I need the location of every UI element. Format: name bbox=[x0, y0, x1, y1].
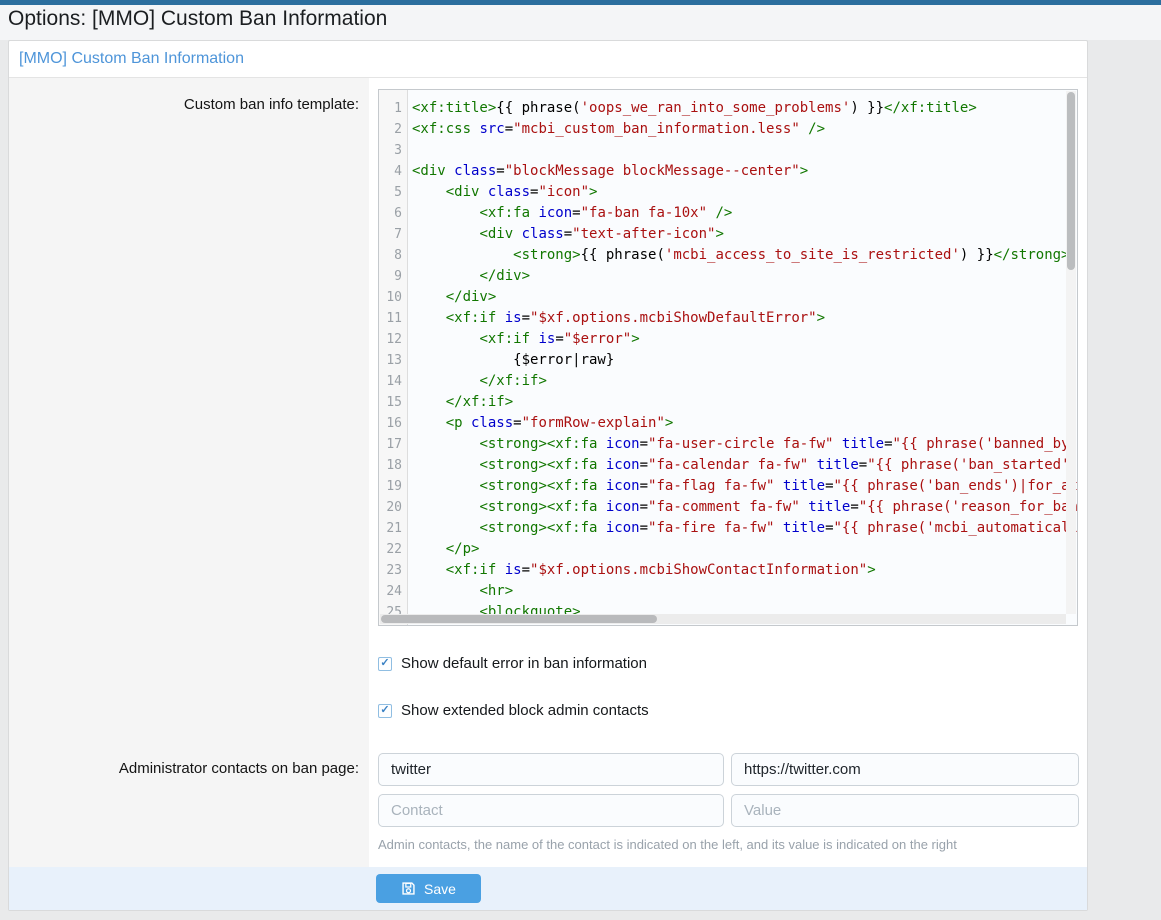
line-number: 24 bbox=[379, 581, 402, 602]
checkmark-icon: ✓ bbox=[380, 705, 389, 716]
vertical-scrollbar-thumb[interactable] bbox=[1067, 92, 1075, 270]
line-number: 11 bbox=[379, 308, 402, 329]
line-number: 2 bbox=[379, 119, 402, 140]
contact-value-input-1[interactable] bbox=[731, 753, 1079, 786]
line-number: 3 bbox=[379, 140, 402, 161]
checkmark-icon: ✓ bbox=[380, 658, 389, 669]
template-label-cell: Custom ban info template: bbox=[9, 78, 369, 646]
line-number: 13 bbox=[379, 350, 402, 371]
save-floppy-icon bbox=[401, 881, 416, 896]
form-row-admin-contacts: Administrator contacts on ban page: Admi… bbox=[9, 740, 1087, 859]
line-number: 1 bbox=[379, 98, 402, 119]
line-number: 19 bbox=[379, 476, 402, 497]
code-line: </xf:if> bbox=[412, 392, 1077, 413]
line-number: 15 bbox=[379, 392, 402, 413]
line-number: 5 bbox=[379, 182, 402, 203]
template-control-cell: 1234567891011121314151617181920212223242… bbox=[369, 78, 1087, 646]
code-line: <strong><xf:fa icon="fa-comment fa-fw" t… bbox=[412, 497, 1077, 518]
code-line: <strong>{{ phrase('mcbi_access_to_site_i… bbox=[412, 245, 1077, 266]
editor-horizontal-scrollbar[interactable] bbox=[380, 614, 1066, 624]
page-header: Options: [MMO] Custom Ban Information bbox=[0, 5, 1161, 40]
panel-title: [MMO] Custom Ban Information bbox=[19, 50, 244, 67]
code-line: <div class="blockMessage blockMessage--c… bbox=[412, 161, 1077, 182]
code-line: <xf:fa icon="fa-ban fa-10x" /> bbox=[412, 203, 1077, 224]
form-row-template: Custom ban info template: 12345678910111… bbox=[9, 78, 1087, 646]
show-default-error-label[interactable]: Show default error in ban information bbox=[401, 655, 647, 672]
code-line: <p class="formRow-explain"> bbox=[412, 413, 1077, 434]
line-number: 20 bbox=[379, 497, 402, 518]
code-line: </xf:if> bbox=[412, 371, 1077, 392]
contact-value-input-2[interactable] bbox=[731, 794, 1079, 827]
code-line: <xf:css src="mcbi_custom_ban_information… bbox=[412, 119, 1077, 140]
editor-vertical-scrollbar[interactable] bbox=[1066, 91, 1076, 614]
line-number: 12 bbox=[379, 329, 402, 350]
code-line: <xf:if is="$error"> bbox=[412, 329, 1077, 350]
code-line: </div> bbox=[412, 266, 1077, 287]
save-button-label: Save bbox=[424, 881, 456, 897]
save-button[interactable]: Save bbox=[376, 874, 481, 903]
code-line: <strong><xf:fa icon="fa-fire fa-fw" titl… bbox=[412, 518, 1077, 539]
code-line: <div class="icon"> bbox=[412, 182, 1077, 203]
line-number: 18 bbox=[379, 455, 402, 476]
code-line: <div class="text-after-icon"> bbox=[412, 224, 1077, 245]
code-line: {$error|raw} bbox=[412, 350, 1077, 371]
line-number: 10 bbox=[379, 287, 402, 308]
show-extended-contacts-label[interactable]: Show extended block admin contacts bbox=[401, 702, 649, 719]
contact-name-input-2[interactable] bbox=[378, 794, 724, 827]
code-line: <xf:title>{{ phrase('oops_we_ran_into_so… bbox=[412, 98, 1077, 119]
panel-footer: Save bbox=[9, 867, 1087, 910]
admin-contacts-label: Administrator contacts on ban page: bbox=[119, 760, 359, 777]
options-panel: [MMO] Custom Ban Information Custom ban … bbox=[8, 40, 1088, 911]
line-number: 17 bbox=[379, 434, 402, 455]
form-row-show-extended-contacts: ✓ Show extended block admin contacts bbox=[9, 693, 1087, 740]
show-default-error-option[interactable]: ✓ Show default error in ban information bbox=[378, 655, 1087, 672]
editor-code[interactable]: <xf:title>{{ phrase('oops_we_ran_into_so… bbox=[408, 90, 1077, 625]
code-line: <strong><xf:fa icon="fa-flag fa-fw" titl… bbox=[412, 476, 1077, 497]
line-number: 6 bbox=[379, 203, 402, 224]
code-line: </div> bbox=[412, 287, 1077, 308]
editor-gutter: 1234567891011121314151617181920212223242… bbox=[379, 90, 408, 625]
code-line: <xf:if is="$xf.options.mcbiShowContactIn… bbox=[412, 560, 1077, 581]
code-line: <strong><xf:fa icon="fa-calendar fa-fw" … bbox=[412, 455, 1077, 476]
show-extended-contacts-option[interactable]: ✓ Show extended block admin contacts bbox=[378, 702, 1087, 719]
line-number: 22 bbox=[379, 539, 402, 560]
page-title: Options: [MMO] Custom Ban Information bbox=[8, 7, 1161, 31]
line-number: 4 bbox=[379, 161, 402, 182]
line-number: 14 bbox=[379, 371, 402, 392]
admin-contacts-explain: Admin contacts, the name of the contact … bbox=[378, 837, 1087, 852]
code-line: <hr> bbox=[412, 581, 1077, 602]
line-number: 8 bbox=[379, 245, 402, 266]
contact-name-input-1[interactable] bbox=[378, 753, 724, 786]
form-row-show-default-error: ✓ Show default error in ban information bbox=[9, 646, 1087, 693]
show-extended-contacts-checkbox[interactable]: ✓ bbox=[378, 704, 392, 718]
admin-contacts-grid bbox=[378, 753, 1087, 827]
line-number: 7 bbox=[379, 224, 402, 245]
horizontal-scrollbar-thumb[interactable] bbox=[381, 615, 657, 623]
show-default-error-checkbox[interactable]: ✓ bbox=[378, 657, 392, 671]
code-line: </p> bbox=[412, 539, 1077, 560]
code-line bbox=[412, 140, 1077, 161]
code-editor[interactable]: 1234567891011121314151617181920212223242… bbox=[378, 89, 1078, 626]
options-form: Custom ban info template: 12345678910111… bbox=[9, 78, 1087, 867]
template-label: Custom ban info template: bbox=[184, 96, 359, 113]
line-number: 16 bbox=[379, 413, 402, 434]
line-number: 21 bbox=[379, 518, 402, 539]
panel-header: [MMO] Custom Ban Information bbox=[9, 41, 1087, 78]
line-number: 23 bbox=[379, 560, 402, 581]
code-line: <xf:if is="$xf.options.mcbiShowDefaultEr… bbox=[412, 308, 1077, 329]
line-number: 9 bbox=[379, 266, 402, 287]
code-line: <strong><xf:fa icon="fa-user-circle fa-f… bbox=[412, 434, 1077, 455]
